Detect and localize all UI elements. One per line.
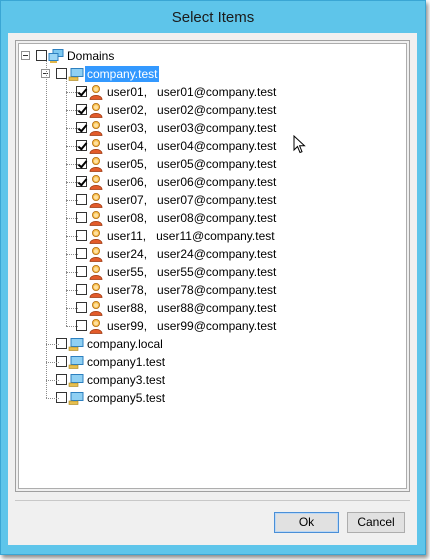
user-icon	[88, 174, 104, 190]
domain-icon	[68, 354, 84, 370]
user-icon	[88, 318, 104, 334]
domains-icon	[48, 48, 64, 64]
tree-connector	[66, 200, 78, 201]
tree-node-label: company5.test	[87, 391, 166, 405]
tree-node-domain[interactable]: company3.test	[19, 371, 406, 389]
tree-node-label: company.local	[87, 337, 163, 351]
tree-connector	[66, 146, 78, 147]
user-icon	[88, 120, 104, 136]
collapse-toggle-icon[interactable]	[21, 51, 30, 60]
checkmark-icon	[77, 104, 88, 115]
checkmark-icon	[77, 86, 88, 97]
item-checkbox[interactable]	[36, 50, 47, 61]
tree-connector	[66, 236, 78, 237]
tree-node-domain[interactable]: company5.test	[19, 389, 406, 407]
tree-connector	[66, 290, 78, 291]
user-icon	[88, 300, 104, 316]
tree-connector	[46, 380, 59, 381]
tree-connector	[66, 326, 78, 327]
tree-connector	[46, 61, 47, 398]
checkmark-icon	[77, 176, 88, 187]
tree-connector	[66, 272, 78, 273]
tree-connector	[66, 308, 78, 309]
tree-node-label: user03, user03@company.test	[107, 121, 277, 135]
tree-node-label: user99, user99@company.test	[107, 319, 277, 333]
select-items-window: Select Items Domains company.test user01, …	[0, 0, 426, 555]
tree-connector	[66, 254, 78, 255]
checkmark-icon	[77, 140, 88, 151]
domain-icon	[68, 390, 84, 406]
checkmark-icon	[77, 158, 88, 169]
tree-node-label: user24, user24@company.test	[107, 247, 277, 261]
tree-connector	[66, 128, 78, 129]
tree-connector	[46, 362, 59, 363]
tree-node-label: user78, user78@company.test	[107, 283, 277, 297]
tree-node-label: user88, user88@company.test	[107, 301, 277, 315]
domain-icon	[68, 66, 84, 82]
user-icon	[88, 102, 104, 118]
tree-node-label: user05, user05@company.test	[107, 157, 277, 171]
tree-node-label: user55, user55@company.test	[107, 265, 277, 279]
user-icon	[88, 192, 104, 208]
tree-connector	[46, 398, 59, 399]
user-icon	[88, 246, 104, 262]
tree-node-label: Domains	[67, 49, 115, 63]
tree-node-label: user01, user01@company.test	[107, 85, 277, 99]
dialog-client-area: Domains company.test user01, user01@compan…	[8, 33, 417, 545]
user-icon	[88, 156, 104, 172]
tree-node-domain[interactable]: company.local	[19, 335, 406, 353]
tree-connector	[66, 182, 78, 183]
tree-connector	[46, 344, 59, 345]
user-icon	[88, 228, 104, 244]
domain-icon	[68, 372, 84, 388]
window-title: Select Items	[171, 9, 255, 26]
tree-frame: Domains company.test user01, user01@compan…	[15, 40, 410, 492]
tree-node-label: user02, user02@company.test	[107, 103, 277, 117]
items-tree[interactable]: Domains company.test user01, user01@compan…	[18, 43, 407, 489]
user-icon	[88, 138, 104, 154]
checkmark-icon	[77, 122, 88, 133]
user-icon	[88, 264, 104, 280]
tree-node-label: company3.test	[87, 373, 166, 387]
separator	[15, 500, 410, 501]
tree-connector	[66, 92, 78, 93]
tree-node-label: company1.test	[87, 355, 166, 369]
item-checkbox[interactable]	[56, 68, 67, 79]
tree-node-label: user04, user04@company.test	[107, 139, 277, 153]
tree-connector	[66, 110, 78, 111]
tree-node-label: user08, user08@company.test	[107, 211, 277, 225]
tree-connector	[66, 79, 67, 326]
tree-node-domain[interactable]: company.test	[19, 65, 406, 83]
cancel-button[interactable]: Cancel	[347, 512, 405, 533]
mouse-cursor-icon	[293, 135, 306, 154]
tree-node-label: user06, user06@company.test	[107, 175, 277, 189]
ok-button[interactable]: Ok	[274, 512, 339, 533]
user-icon	[88, 84, 104, 100]
tree-node-label: company.test	[85, 66, 160, 82]
tree-node-domains[interactable]: Domains	[19, 47, 406, 65]
tree-connector	[66, 218, 78, 219]
tree-node-domain[interactable]: company1.test	[19, 353, 406, 371]
tree-connector	[66, 164, 78, 165]
tree-node-label: user07, user07@company.test	[107, 193, 277, 207]
tree-node-label: user11, user11@company.test	[107, 229, 275, 243]
user-icon	[88, 210, 104, 226]
domain-icon	[68, 336, 84, 352]
user-icon	[88, 282, 104, 298]
